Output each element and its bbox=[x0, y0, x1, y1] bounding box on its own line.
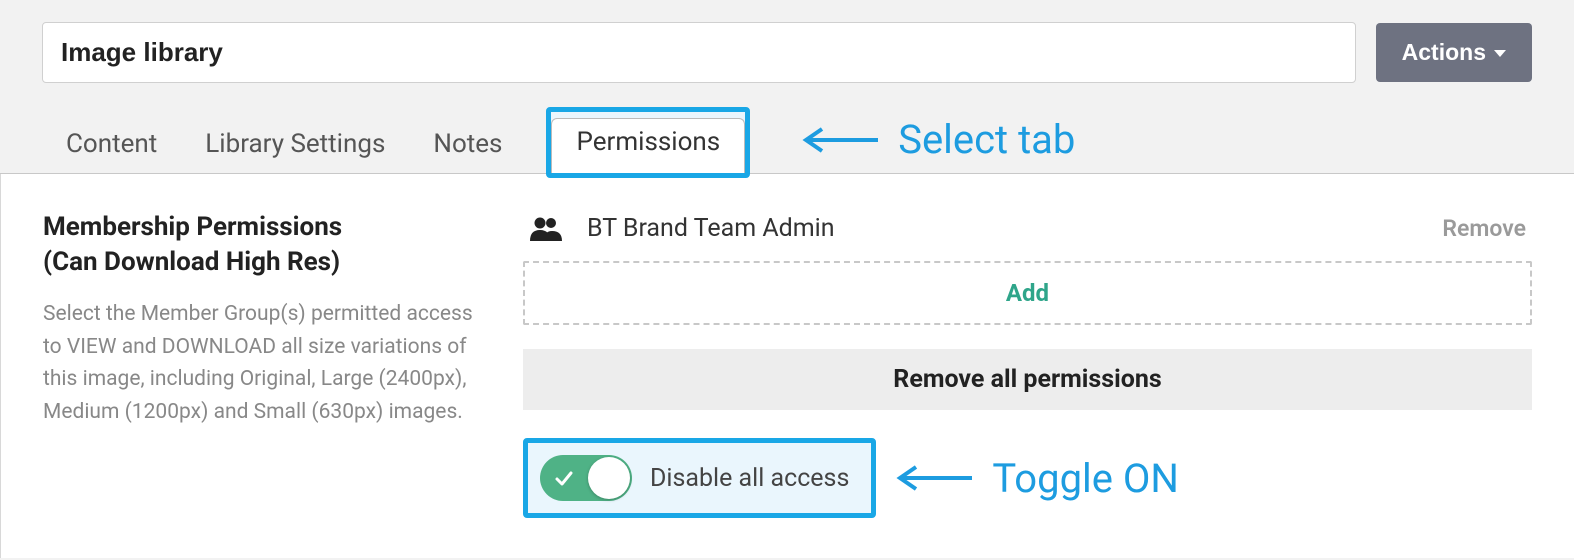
permissions-left-column: Membership Permissions (Can Download Hig… bbox=[43, 210, 483, 518]
member-group-name: BT Brand Team Admin bbox=[587, 214, 1442, 243]
permissions-title: Membership Permissions (Can Download Hig… bbox=[43, 210, 483, 280]
permissions-right-column: BT Brand Team Admin Remove Add Remove al… bbox=[523, 210, 1532, 518]
annotation-highlight-tab: Permissions bbox=[546, 107, 750, 178]
tab-notes[interactable]: Notes bbox=[429, 119, 506, 173]
permissions-title-line2: (Can Download High Res) bbox=[43, 247, 340, 277]
library-title-input[interactable] bbox=[42, 22, 1356, 83]
remove-group-link[interactable]: Remove bbox=[1442, 215, 1526, 242]
tab-library-settings[interactable]: Library Settings bbox=[201, 119, 389, 173]
arrow-left-icon bbox=[894, 463, 974, 493]
permissions-title-line1: Membership Permissions bbox=[43, 212, 342, 242]
disable-all-access-row: Disable all access Toggle ON bbox=[523, 438, 1532, 518]
toggle-knob bbox=[588, 457, 630, 499]
tabs-row: Content Library Settings Notes Permissio… bbox=[0, 83, 1574, 174]
annotation-toggle-on-text: Toggle ON bbox=[992, 455, 1179, 502]
annotation-toggle-on: Toggle ON bbox=[894, 455, 1179, 502]
permissions-panel: Membership Permissions (Can Download Hig… bbox=[0, 174, 1574, 558]
caret-down-icon bbox=[1494, 50, 1506, 57]
annotation-select-tab: Select tab bbox=[800, 116, 1075, 163]
add-group-button[interactable]: Add bbox=[523, 261, 1532, 325]
disable-all-access-label: Disable all access bbox=[650, 464, 849, 493]
disable-all-access-toggle[interactable] bbox=[540, 455, 632, 501]
header-bar: Actions bbox=[0, 0, 1574, 83]
tab-permissions-wrap: Permissions bbox=[546, 107, 750, 173]
tab-content[interactable]: Content bbox=[62, 119, 161, 173]
annotation-highlight-toggle: Disable all access bbox=[523, 438, 876, 518]
actions-label: Actions bbox=[1402, 39, 1486, 66]
users-icon bbox=[529, 216, 563, 242]
annotation-select-tab-text: Select tab bbox=[898, 116, 1075, 163]
arrow-left-icon bbox=[800, 125, 880, 155]
actions-button[interactable]: Actions bbox=[1376, 23, 1532, 82]
permissions-description: Select the Member Group(s) permitted acc… bbox=[43, 298, 483, 428]
tab-permissions[interactable]: Permissions bbox=[551, 118, 745, 173]
member-group-row: BT Brand Team Admin Remove bbox=[523, 210, 1532, 261]
check-icon bbox=[554, 468, 574, 488]
remove-all-permissions-button[interactable]: Remove all permissions bbox=[523, 349, 1532, 410]
